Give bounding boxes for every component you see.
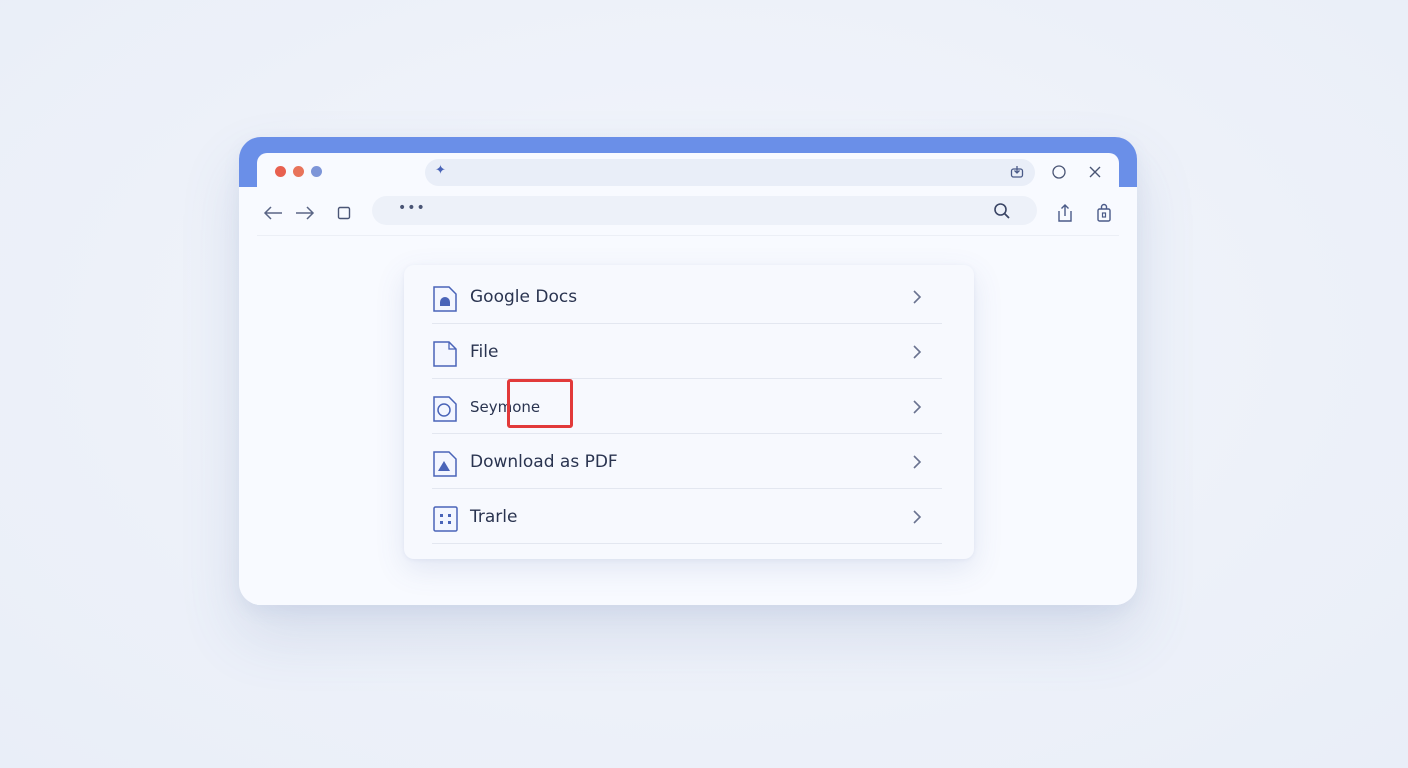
grid-doc-icon [432, 505, 460, 533]
menu-item-download-pdf[interactable]: Download as PDF [432, 434, 942, 489]
restore-icon[interactable] [1049, 162, 1069, 182]
close-dot[interactable] [275, 166, 286, 177]
desktop-background: ✦ ••• Google Docs File Seymone Download … [0, 0, 1408, 768]
menu-item-label: Download as PDF [470, 452, 618, 472]
circle-doc-icon [432, 395, 460, 423]
menu-item-label: File [470, 342, 499, 362]
url-text: ••• [398, 200, 426, 216]
maximize-dot[interactable] [311, 166, 322, 177]
url-bar[interactable]: ••• [372, 196, 1037, 225]
title-bar: ✦ [257, 153, 1119, 191]
chevron-right-icon [912, 344, 922, 364]
menu-item-trarle[interactable]: Trarle [432, 489, 942, 544]
extension-icon[interactable] [1009, 164, 1025, 184]
close-icon[interactable] [1085, 162, 1105, 182]
sparkle-icon: ✦ [435, 163, 446, 178]
chevron-right-icon [912, 454, 922, 474]
menu-item-label: Google Docs [470, 287, 578, 307]
forward-arrow-icon[interactable] [293, 201, 317, 225]
share-menu: Google Docs File Seymone Download as PDF… [404, 265, 974, 559]
chevron-right-icon [912, 289, 922, 309]
share-icon[interactable] [1053, 201, 1077, 225]
google-docs-icon [432, 285, 460, 313]
menu-item-label: Trarle [470, 507, 518, 527]
search-icon[interactable] [993, 202, 1011, 224]
chevron-right-icon [912, 509, 922, 529]
minimize-dot[interactable] [293, 166, 304, 177]
pdf-icon [432, 450, 460, 478]
chevron-right-icon [912, 399, 922, 419]
bag-icon[interactable] [1092, 201, 1116, 225]
navigation-bar: ••• [257, 193, 1119, 236]
tab-address-bar[interactable]: ✦ [425, 159, 1035, 186]
highlight-box [507, 379, 573, 428]
back-arrow-icon[interactable] [261, 201, 285, 225]
file-icon [432, 340, 460, 368]
menu-item-google-docs[interactable]: Google Docs [432, 269, 942, 324]
stop-icon[interactable] [332, 201, 356, 225]
menu-item-file[interactable]: File [432, 324, 942, 379]
